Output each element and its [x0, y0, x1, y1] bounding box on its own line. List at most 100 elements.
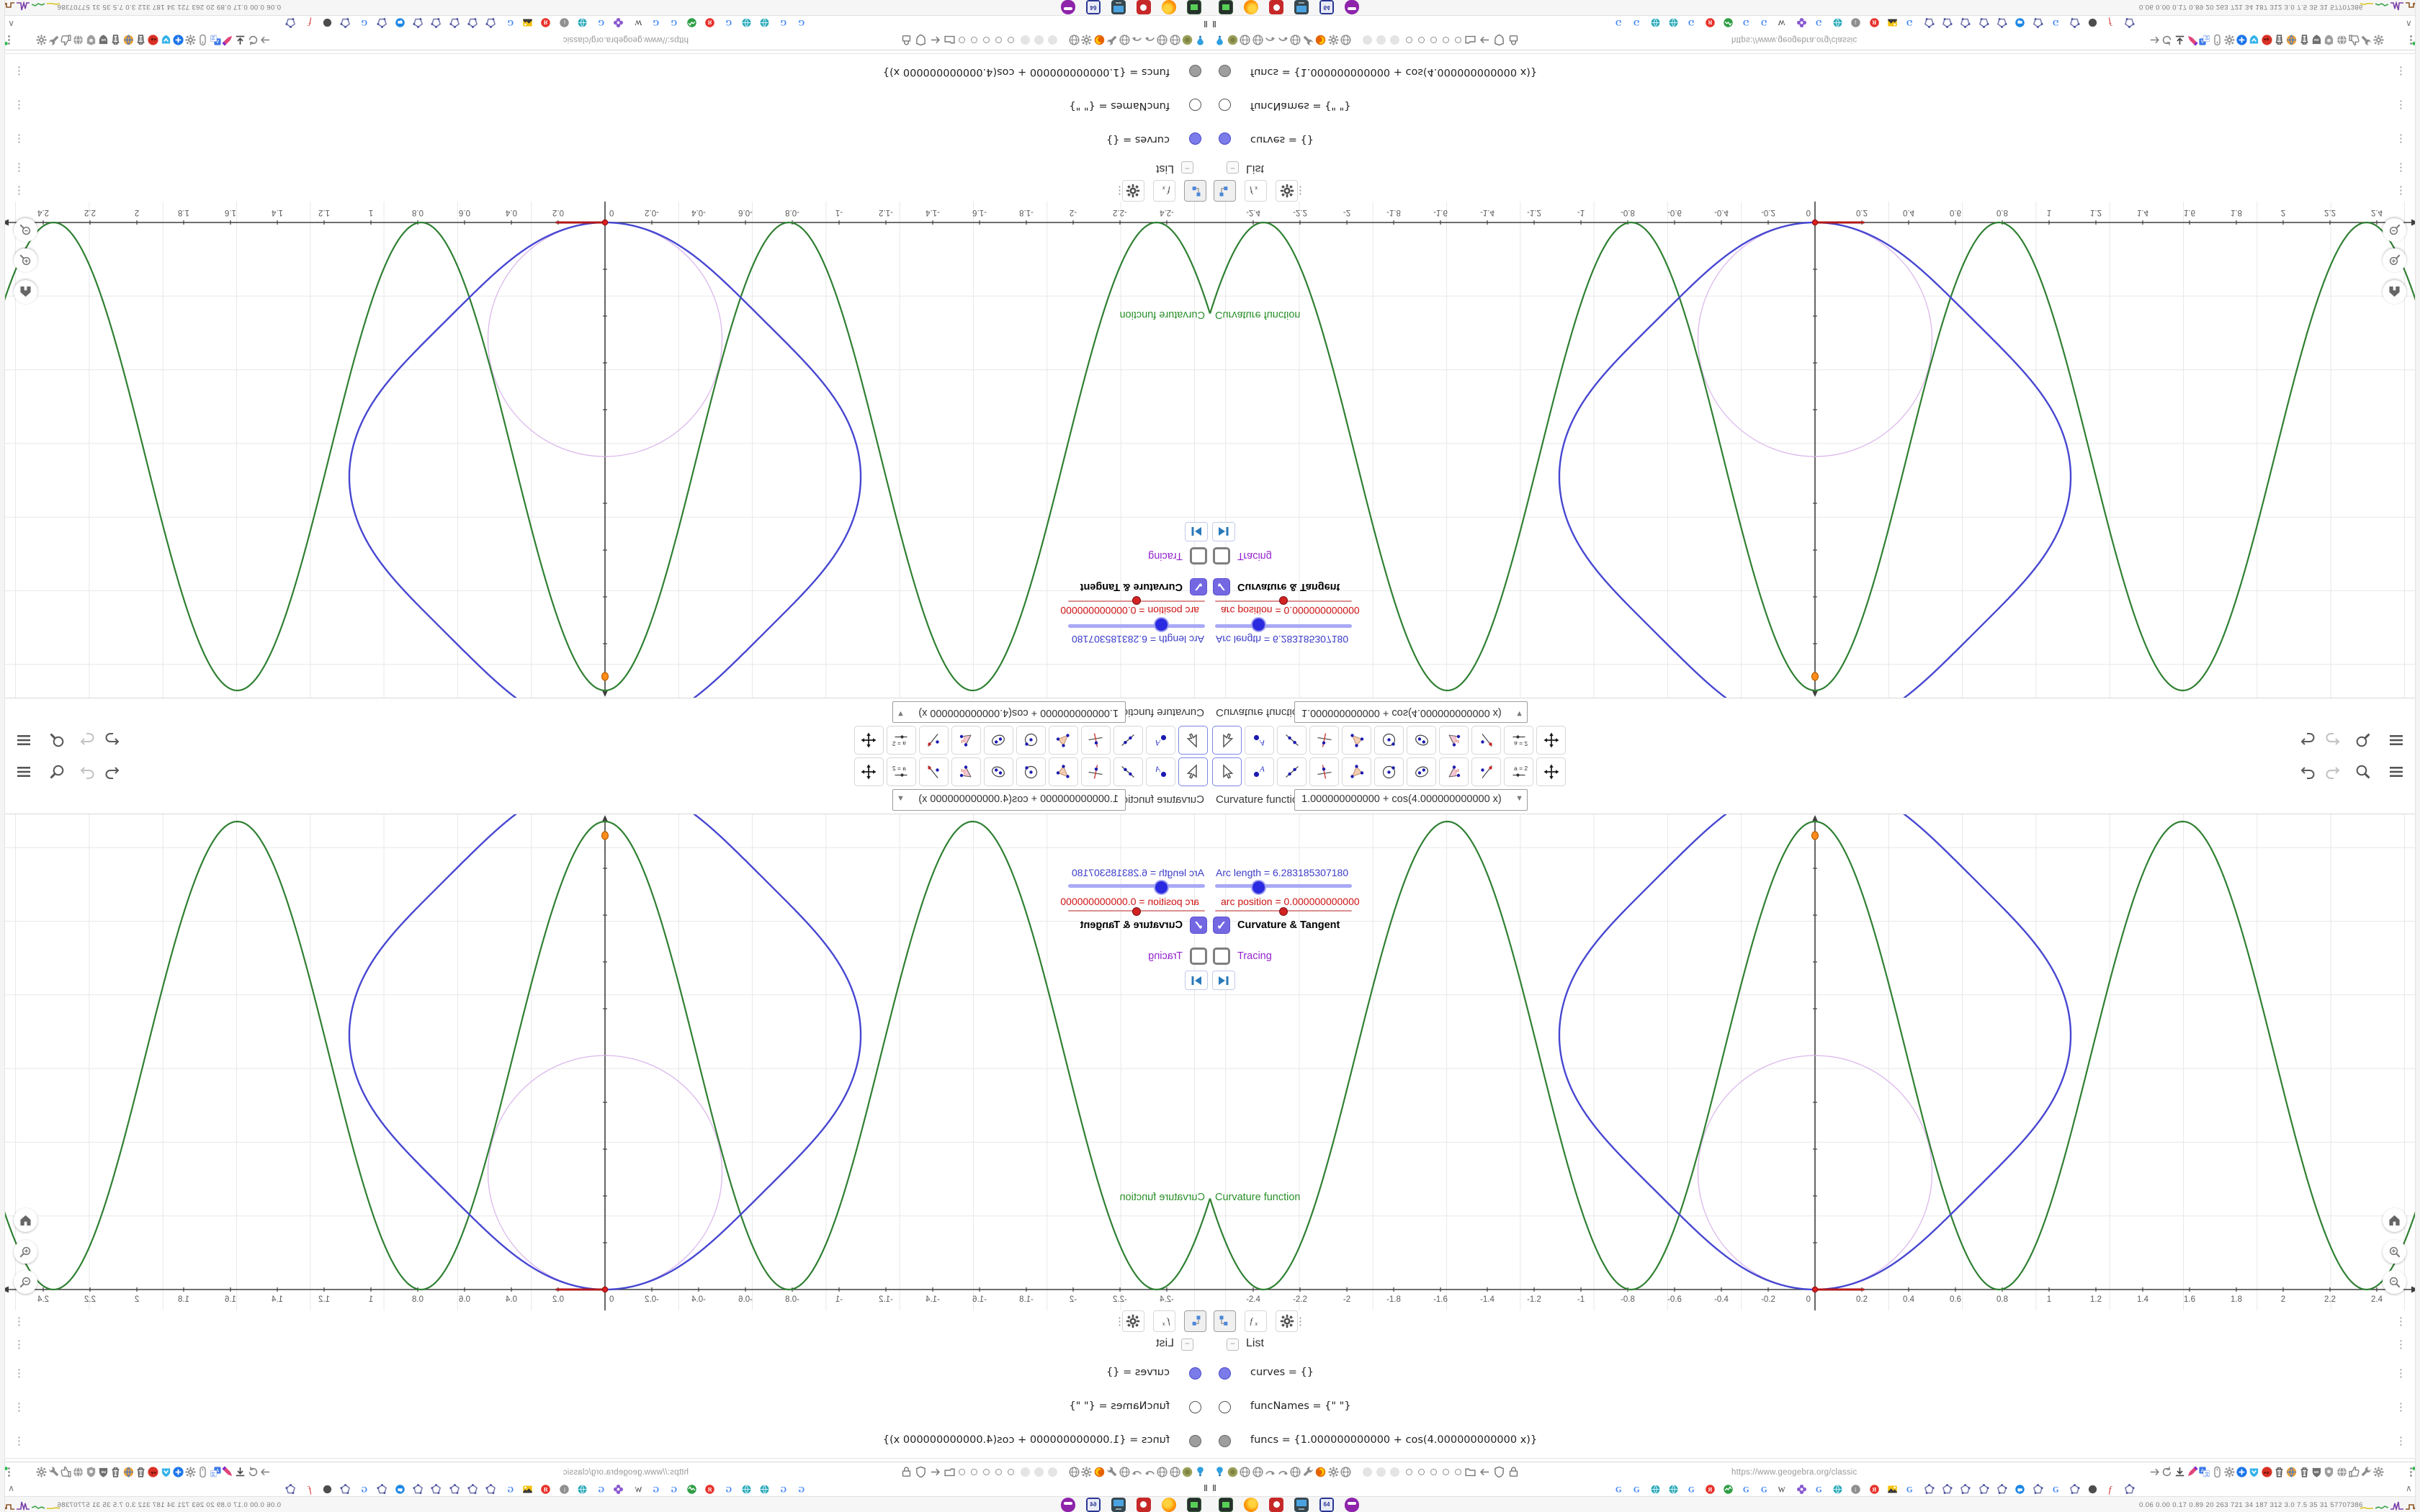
tool-perpendicular-line[interactable]	[1081, 726, 1111, 755]
tab-favicon-geogebra[interactable]	[431, 1483, 442, 1495]
shield-icon[interactable]	[914, 1465, 928, 1479]
trash-icon[interactable]	[2298, 1465, 2311, 1479]
plus-blue-icon[interactable]	[2235, 33, 2249, 47]
ubo-shield-icon[interactable]: uo	[2310, 33, 2323, 47]
tab-favicon-google[interactable]: G	[2051, 17, 2062, 29]
tool-move-cursor[interactable]	[1178, 726, 1208, 755]
tab-favicon-google[interactable]: G	[595, 17, 606, 29]
taskbar-app-monitor[interactable]	[1111, 0, 1126, 14]
hidden-icons-chevron[interactable]: ∧	[2406, 1483, 2412, 1493]
shield-icon[interactable]	[914, 33, 928, 47]
zoom-out-button[interactable]	[2383, 218, 2406, 242]
visibility-marble[interactable]	[1219, 65, 1231, 77]
redo-icon[interactable]	[2323, 731, 2341, 750]
globe-icon[interactable]	[1156, 33, 1170, 47]
tab-favicon-geogebra[interactable]	[2033, 1483, 2044, 1495]
tool-slider[interactable]: a = 2	[887, 726, 916, 755]
tab-favicon-chart-green[interactable]	[686, 1483, 697, 1495]
gear-icon[interactable]	[35, 33, 48, 47]
tab-favicon-flower[interactable]	[613, 1483, 624, 1495]
tab-favicon-circle-blue[interactable]	[2015, 1483, 2026, 1495]
tool-point[interactable]: A	[1245, 757, 1274, 786]
wrench-icon[interactable]	[47, 33, 60, 47]
tool-move-cursor[interactable]	[1212, 757, 1242, 786]
tab-favicon-geogebra[interactable]	[340, 17, 351, 29]
tab-favicon-yandex[interactable]: Я	[540, 17, 552, 29]
dot-red-icon[interactable]: scp	[2260, 33, 2274, 47]
tab-favicon-photos[interactable]	[522, 17, 534, 29]
tab-favicon-info[interactable]: i	[558, 1483, 570, 1495]
menu-icon[interactable]	[14, 731, 33, 750]
search-icon[interactable]	[2354, 762, 2372, 781]
tool-line[interactable]	[1113, 726, 1143, 755]
redo-icon[interactable]	[2323, 762, 2341, 781]
trash-icon[interactable]	[109, 1465, 122, 1479]
ring-icon[interactable]	[995, 1469, 1002, 1475]
dot-red-icon[interactable]: scp	[2260, 1465, 2274, 1479]
taskbar-app-floppy64[interactable]: 64	[1086, 0, 1101, 14]
arc-length-slider[interactable]	[1215, 624, 1352, 628]
gear-icon[interactable]	[35, 1465, 48, 1479]
tab-favicon-yandex[interactable]: Я	[704, 17, 716, 29]
plus-blue-icon[interactable]	[171, 33, 185, 47]
tab-favicon-globe-teal[interactable]	[576, 17, 588, 29]
tab-favicon-info[interactable]: i	[1850, 17, 1862, 29]
kebab-icon[interactable]: ⋮	[2396, 184, 2406, 197]
kebab-icon[interactable]: ⋮	[2396, 65, 2406, 78]
kebab-icon[interactable]: ⋮	[14, 1338, 24, 1351]
globe-icon[interactable]	[1067, 33, 1081, 47]
globe-icon[interactable]	[1168, 33, 1182, 47]
algebra-row-curves[interactable]: curves = {} ⋮	[1210, 1356, 2420, 1391]
arc-position-slider-handle[interactable]	[1132, 596, 1141, 605]
algebra-row-funcNames[interactable]: funcNames = {" "} ⋮	[0, 1390, 1210, 1425]
home-view-button[interactable]	[14, 1208, 37, 1232]
gear-icon[interactable]	[1327, 33, 1340, 47]
ring-icon[interactable]	[1443, 1469, 1449, 1475]
algebra-row-funcs[interactable]: funcs = {1.000000000000 + cos(4.00000000…	[1210, 1424, 2420, 1459]
tab-favicon-globe-teal[interactable]	[758, 17, 770, 29]
tab-favicon-yandex[interactable]: Я	[1868, 17, 1880, 29]
tab-favicon-google[interactable]: G	[795, 1483, 807, 1495]
tool-angle[interactable]: α	[951, 726, 981, 755]
taskbar-app-monitor[interactable]	[1294, 1498, 1309, 1512]
tracing-checkbox[interactable]	[1190, 948, 1207, 965]
tab-favicon-gear-dark[interactable]	[321, 1483, 333, 1495]
translate-icon[interactable]: A文	[209, 1465, 223, 1479]
tab-favicon-yandex[interactable]: Я	[704, 1483, 716, 1495]
kebab-icon[interactable]: ⋮	[1295, 184, 1306, 197]
tab-favicon-flower[interactable]	[1796, 1483, 1807, 1495]
tab-favicon-globe-teal[interactable]	[1650, 1483, 1662, 1495]
collapse-list-button[interactable]: −	[1181, 1338, 1193, 1351]
translate-icon[interactable]: A文	[2197, 33, 2211, 47]
balloon-icon[interactable]	[1213, 1465, 1227, 1479]
tab-favicon-google[interactable]: G	[1613, 1483, 1625, 1495]
wrench-icon[interactable]	[2360, 33, 2373, 47]
tab-favicon-photos[interactable]	[1887, 1483, 1899, 1495]
tab-favicon-yandex[interactable]: Я	[1868, 1483, 1880, 1495]
tab-favicon-globe-teal[interactable]	[1832, 17, 1844, 29]
tracing-checkbox[interactable]	[1213, 948, 1230, 965]
visibility-marble[interactable]	[1189, 132, 1201, 145]
visibility-marble[interactable]	[1219, 1401, 1231, 1413]
tool-line[interactable]	[1277, 757, 1307, 786]
trash-icon[interactable]	[134, 1465, 148, 1479]
ring-icon[interactable]	[959, 1469, 965, 1475]
tab-favicon-f-red[interactable]: f	[2105, 17, 2117, 29]
taskbar-app-firefox[interactable]	[1244, 0, 1258, 14]
kebab-icon[interactable]: ⋮	[2396, 161, 2406, 174]
algebra-btn-gear[interactable]	[1122, 1310, 1144, 1332]
graphics-view[interactable]: -2.4 -2.2 -2 -1.8 -1.6 -1.4 -1.2 -1 -0.8 -0.6 -0.4…	[1210, 201, 2420, 698]
home-view-button[interactable]	[14, 280, 37, 304]
taskbar-app-firefox[interactable]	[1244, 1498, 1258, 1512]
pen-icon[interactable]	[2185, 1465, 2199, 1479]
globe-orange-icon[interactable]	[2285, 33, 2298, 47]
chevron-down-icon[interactable]: ▼	[897, 794, 905, 803]
tool-reflect[interactable]	[919, 726, 949, 755]
tab-favicon-wiki[interactable]: W	[631, 17, 642, 29]
balloon-icon[interactable]	[1213, 33, 1227, 47]
arrow-left-icon[interactable]	[928, 1465, 942, 1479]
tab-favicon-globe-teal[interactable]	[576, 1483, 588, 1495]
avatar-icon[interactable]	[1226, 1465, 1240, 1479]
tab-favicon-geogebra[interactable]	[1996, 17, 2007, 29]
ring-icon[interactable]	[1008, 37, 1014, 43]
